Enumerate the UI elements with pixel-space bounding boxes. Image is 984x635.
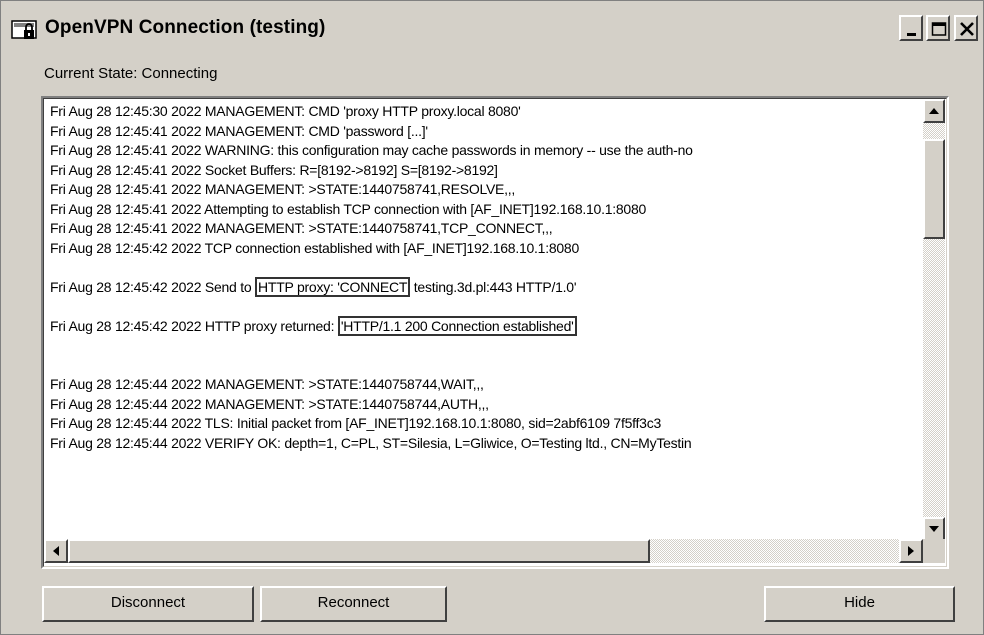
vertical-scroll-thumb[interactable] — [923, 139, 945, 239]
log-line: Fri Aug 28 12:45:44 2022 MANAGEMENT: >ST… — [50, 395, 489, 412]
log-line-prefix: Fri Aug 28 12:45:42 2022 HTTP proxy retu… — [50, 317, 338, 334]
log-line: Fri Aug 28 12:45:44 2022 TLS: Initial pa… — [50, 415, 661, 431]
minimize-button[interactable] — [899, 15, 923, 41]
log-line: Fri Aug 28 12:45:41 2022 MANAGEMENT: >ST… — [50, 181, 516, 197]
scroll-left-button[interactable] — [44, 539, 68, 563]
log-blank-line — [50, 336, 922, 356]
openvpn-window: OpenVPN Connection (testing) Current Sta… — [0, 0, 984, 635]
scroll-down-button[interactable] — [923, 517, 945, 541]
log-line: Fri Aug 28 12:45:41 2022 Attempting to e… — [50, 200, 647, 217]
log-line: Fri Aug 28 12:45:41 2022 Socket Buffers:… — [50, 161, 498, 178]
scrollbar-corner — [923, 539, 945, 563]
log-line: Fri Aug 28 12:45:42 2022 TCP connection … — [50, 239, 579, 256]
log-highlight-box: HTTP proxy: 'CONNECT — [255, 276, 411, 297]
log-blank-line — [50, 356, 922, 376]
horizontal-scroll-thumb[interactable] — [68, 539, 650, 563]
log-line: Fri Aug 28 12:45:42 2022 Send to HTTP pr… — [50, 276, 922, 298]
horizontal-scrollbar[interactable] — [44, 539, 923, 563]
log-content[interactable]: Fri Aug 28 12:45:30 2022 MANAGEMENT: CMD… — [50, 102, 922, 532]
openvpn-lock-icon — [11, 19, 39, 41]
disconnect-button[interactable]: Disconnect — [42, 586, 254, 622]
log-line: Fri Aug 28 12:45:41 2022 MANAGEMENT: >ST… — [50, 220, 553, 236]
log-blank-line — [50, 297, 922, 317]
current-state-label: Current State: Connecting — [44, 65, 218, 82]
log-textbox[interactable]: Fri Aug 28 12:45:30 2022 MANAGEMENT: CMD… — [41, 96, 949, 569]
log-line: Fri Aug 28 12:45:44 2022 MANAGEMENT: >ST… — [50, 376, 484, 392]
close-button[interactable] — [954, 15, 978, 41]
title-bar[interactable]: OpenVPN Connection (testing) — [1, 1, 983, 51]
log-highlight-box: 'HTTP/1.1 200 Connection established' — [337, 315, 577, 336]
reconnect-button[interactable]: Reconnect — [260, 586, 447, 622]
window-title: OpenVPN Connection (testing) — [45, 17, 326, 38]
vertical-scrollbar[interactable] — [923, 99, 945, 541]
hide-button[interactable]: Hide — [764, 586, 955, 622]
maximize-button[interactable] — [926, 15, 950, 41]
log-inner: Fri Aug 28 12:45:30 2022 MANAGEMENT: CMD… — [43, 98, 947, 567]
log-line-suffix: testing.3d.pl:443 HTTP/1.0' — [410, 278, 577, 295]
log-line-prefix: Fri Aug 28 12:45:42 2022 Send to — [50, 278, 256, 295]
scroll-up-button[interactable] — [923, 99, 945, 123]
scroll-right-button[interactable] — [899, 539, 923, 563]
log-line: Fri Aug 28 12:45:30 2022 MANAGEMENT: CMD… — [50, 103, 521, 119]
log-line: Fri Aug 28 12:45:41 2022 MANAGEMENT: CMD… — [50, 122, 428, 139]
log-line: Fri Aug 28 12:45:41 2022 WARNING: this c… — [50, 142, 693, 158]
log-line: Fri Aug 28 12:45:44 2022 VERIFY OK: dept… — [50, 434, 692, 451]
log-line: Fri Aug 28 12:45:42 2022 HTTP proxy retu… — [50, 315, 922, 337]
log-blank-line — [50, 258, 922, 278]
